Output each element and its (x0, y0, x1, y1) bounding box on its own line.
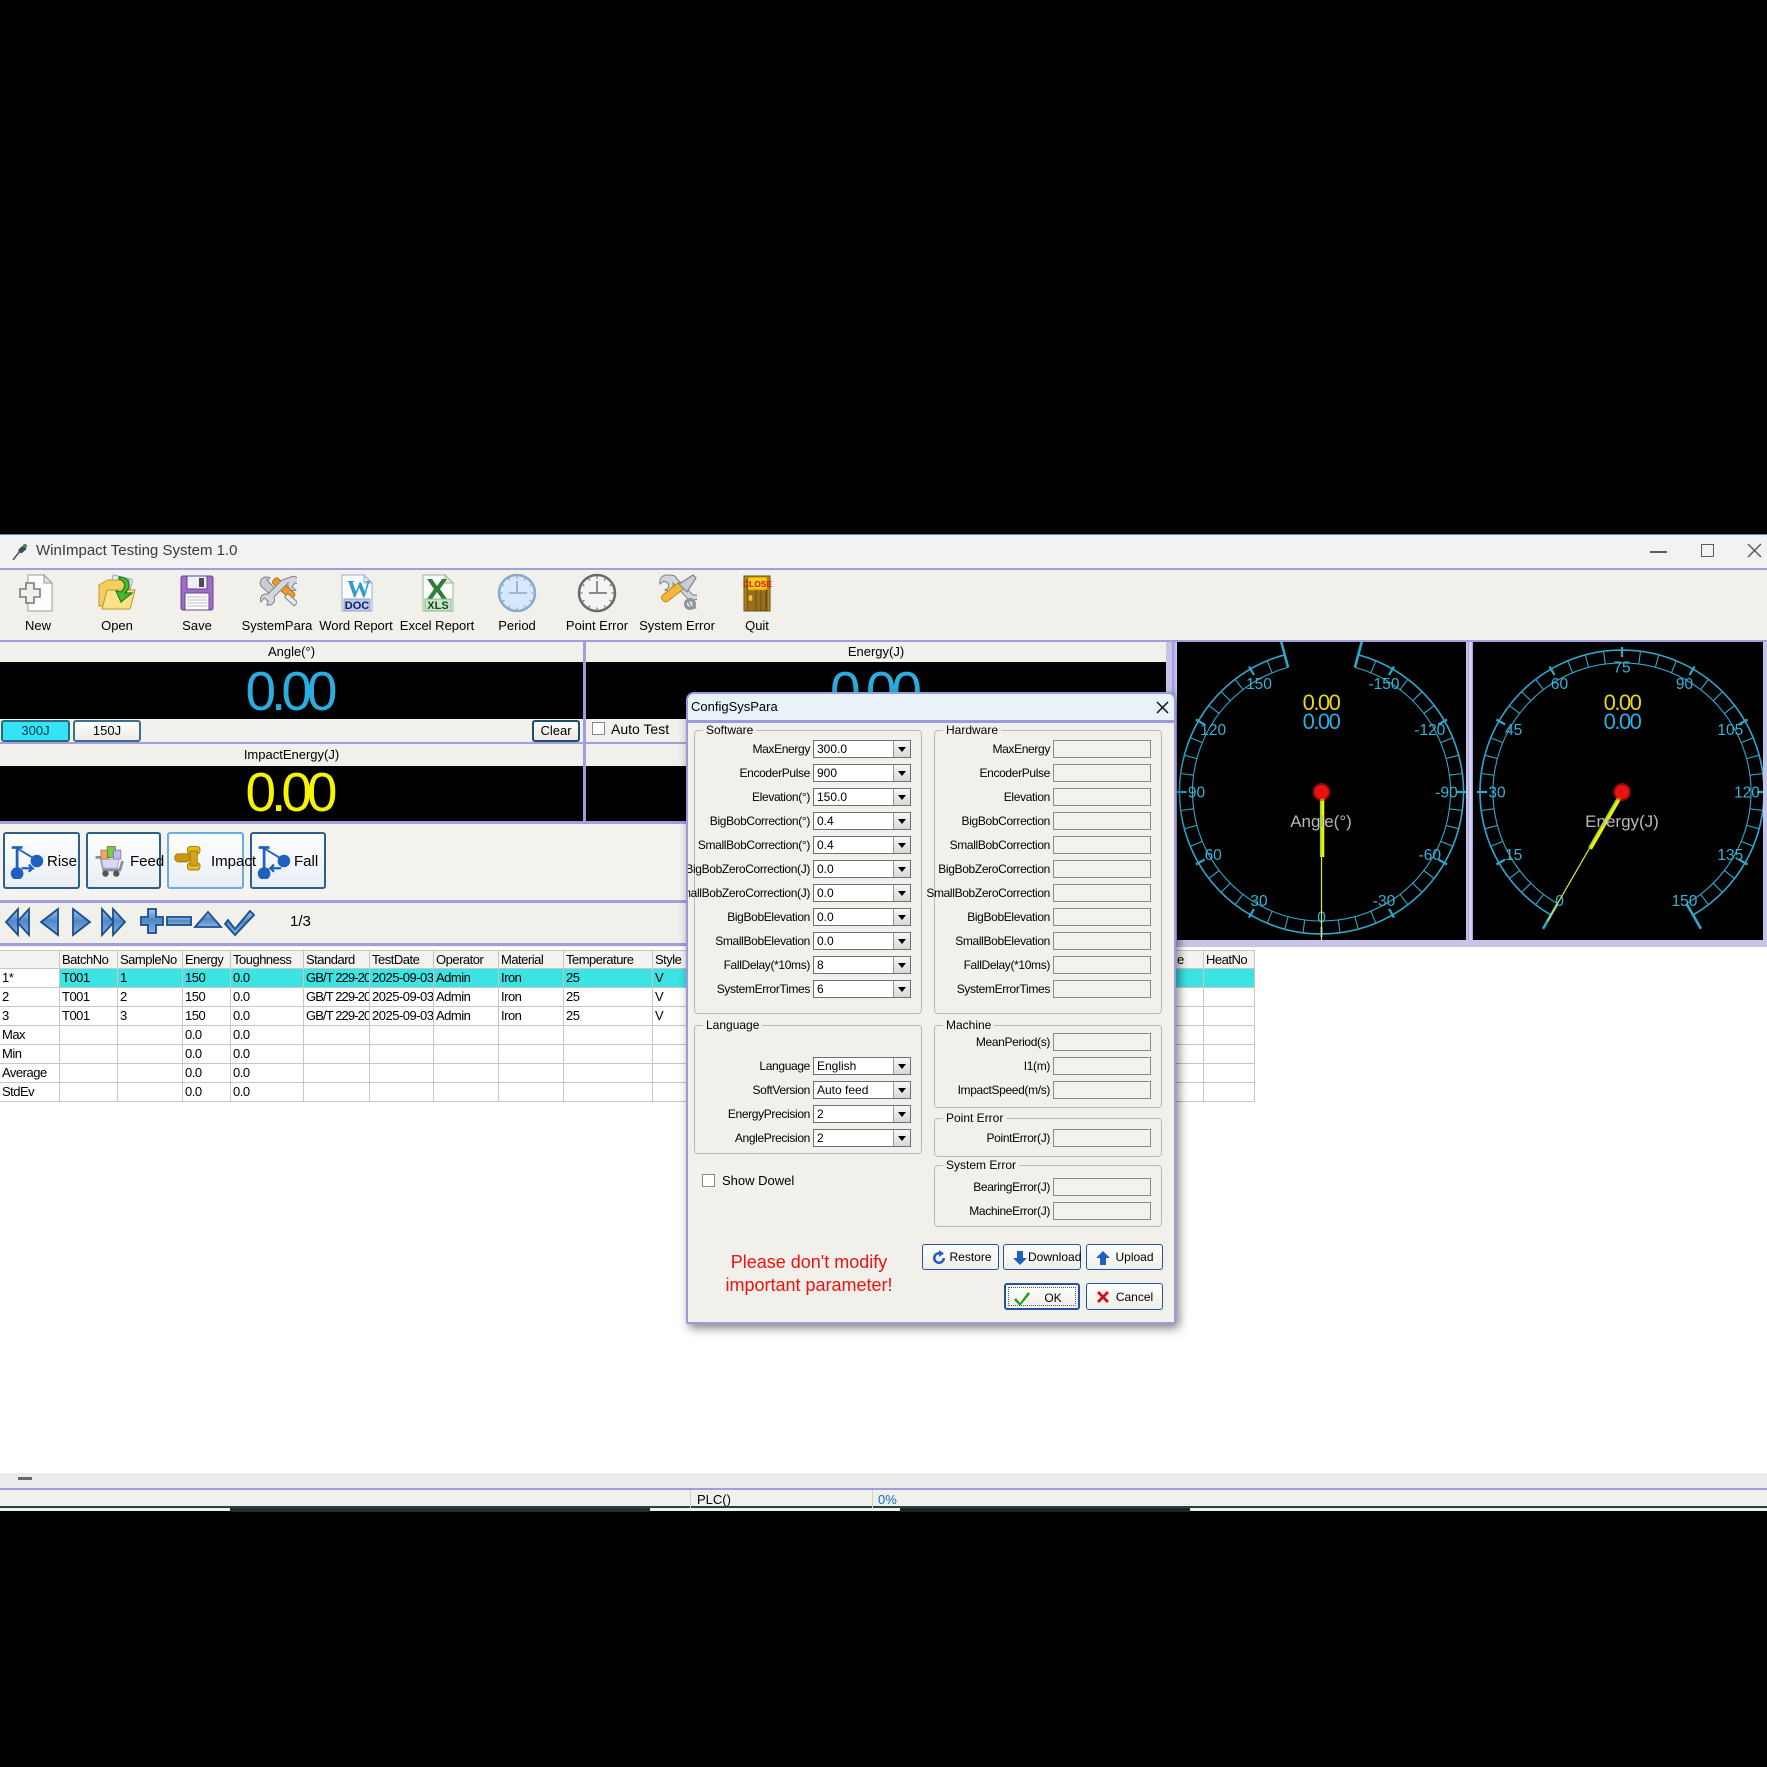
svg-text:30: 30 (1488, 785, 1506, 802)
svg-text:105: 105 (1717, 722, 1743, 739)
svg-text:90: 90 (1188, 785, 1206, 802)
svg-text:30: 30 (1250, 893, 1268, 910)
svg-text:DOC: DOC (345, 600, 370, 612)
svg-text:XLS: XLS (427, 600, 448, 612)
svg-text:90: 90 (1676, 676, 1694, 693)
svg-text:60: 60 (1205, 847, 1223, 864)
svg-text:-90: -90 (1435, 785, 1458, 802)
svg-text:120: 120 (1734, 785, 1760, 802)
svg-text:75: 75 (1613, 660, 1630, 677)
svg-text:120: 120 (1200, 722, 1226, 739)
svg-text:15: 15 (1505, 847, 1522, 864)
svg-text:-120: -120 (1414, 722, 1445, 739)
svg-text:150: 150 (1672, 893, 1698, 910)
svg-text:-30: -30 (1373, 893, 1396, 910)
svg-text:45: 45 (1505, 722, 1522, 739)
svg-text:CLOSE: CLOSE (743, 579, 773, 589)
svg-text:150: 150 (1246, 676, 1272, 693)
svg-text:60: 60 (1551, 676, 1569, 693)
svg-text:-150: -150 (1368, 676, 1399, 693)
svg-text:135: 135 (1717, 847, 1743, 864)
svg-text:-60: -60 (1419, 847, 1442, 864)
